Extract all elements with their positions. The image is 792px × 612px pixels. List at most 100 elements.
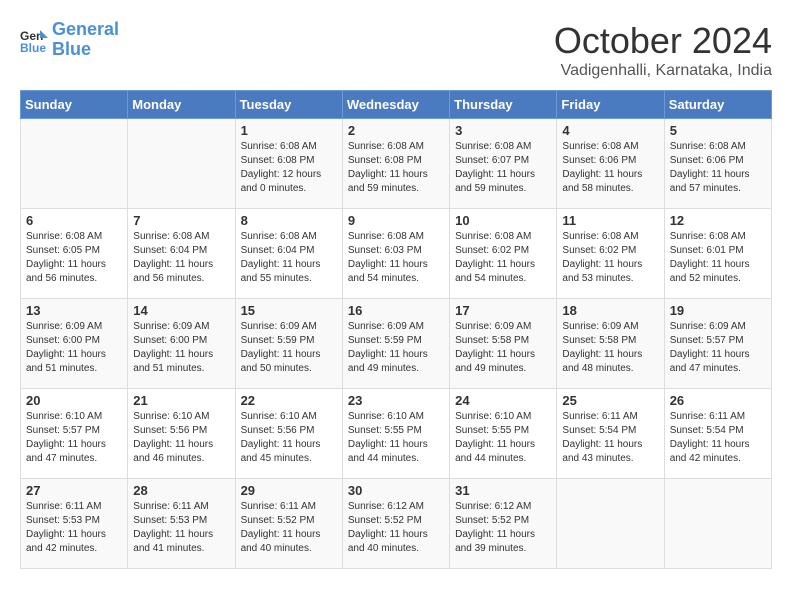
- calendar-table: SundayMondayTuesdayWednesdayThursdayFrid…: [20, 90, 772, 569]
- weekday-header-tuesday: Tuesday: [235, 91, 342, 119]
- day-info: Sunrise: 6:08 AM Sunset: 6:08 PM Dayligh…: [348, 140, 444, 196]
- day-info: Sunrise: 6:08 AM Sunset: 6:04 PM Dayligh…: [133, 230, 229, 286]
- day-info: Sunrise: 6:10 AM Sunset: 5:55 PM Dayligh…: [455, 410, 551, 466]
- logo-icon: Gen Blue: [20, 26, 48, 54]
- day-info: Sunrise: 6:08 AM Sunset: 6:08 PM Dayligh…: [241, 140, 337, 196]
- weekday-header-friday: Friday: [557, 91, 664, 119]
- day-number: 26: [670, 393, 766, 408]
- day-number: 17: [455, 303, 551, 318]
- calendar-cell: [21, 119, 128, 209]
- day-info: Sunrise: 6:08 AM Sunset: 6:02 PM Dayligh…: [455, 230, 551, 286]
- calendar-cell: 15 Sunrise: 6:09 AM Sunset: 5:59 PM Dayli…: [235, 299, 342, 389]
- calendar-cell: 8 Sunrise: 6:08 AM Sunset: 6:04 PM Daylig…: [235, 209, 342, 299]
- calendar-cell: 22 Sunrise: 6:10 AM Sunset: 5:56 PM Dayli…: [235, 389, 342, 479]
- calendar-cell: 20Sunrise: 6:10 AM Sunset: 5:57 PM Dayli…: [21, 389, 128, 479]
- week-row-3: 13 Sunrise: 6:09 AM Sunset: 6:00 PM Dayli…: [21, 299, 772, 389]
- day-info: Sunrise: 6:08 AM Sunset: 6:05 PM Dayligh…: [26, 230, 122, 286]
- day-number: 7: [133, 213, 229, 228]
- day-number: 1: [241, 123, 337, 138]
- calendar-cell: 24 Sunrise: 6:10 AM Sunset: 5:55 PM Dayli…: [450, 389, 557, 479]
- logo: Gen Blue GeneralBlue: [20, 20, 119, 60]
- calendar-cell: 21Sunrise: 6:10 AM Sunset: 5:56 PM Dayli…: [128, 389, 235, 479]
- day-info: Sunrise: 6:08 AM Sunset: 6:03 PM Dayligh…: [348, 230, 444, 286]
- day-number: 11: [562, 213, 658, 228]
- calendar-cell: 25 Sunrise: 6:11 AM Sunset: 5:54 PM Dayli…: [557, 389, 664, 479]
- day-info: Sunrise: 6:11 AM Sunset: 5:52 PM Dayligh…: [241, 500, 337, 556]
- day-number: 22: [241, 393, 337, 408]
- calendar-cell: 11 Sunrise: 6:08 AM Sunset: 6:02 PM Dayli…: [557, 209, 664, 299]
- week-row-5: 27Sunrise: 6:11 AM Sunset: 5:53 PM Dayli…: [21, 479, 772, 569]
- calendar-cell: 30 Sunrise: 6:12 AM Sunset: 5:52 PM Dayli…: [342, 479, 449, 569]
- calendar-cell: 6 Sunrise: 6:08 AM Sunset: 6:05 PM Daylig…: [21, 209, 128, 299]
- day-info: Sunrise: 6:10 AM Sunset: 5:56 PM Dayligh…: [241, 410, 337, 466]
- day-number: 3: [455, 123, 551, 138]
- calendar-cell: 4 Sunrise: 6:08 AM Sunset: 6:06 PM Daylig…: [557, 119, 664, 209]
- day-number: 13: [26, 303, 122, 318]
- calendar-cell: 27Sunrise: 6:11 AM Sunset: 5:53 PM Dayli…: [21, 479, 128, 569]
- day-number: 10: [455, 213, 551, 228]
- week-row-2: 6 Sunrise: 6:08 AM Sunset: 6:05 PM Daylig…: [21, 209, 772, 299]
- calendar-cell: [557, 479, 664, 569]
- day-info: Sunrise: 6:09 AM Sunset: 5:59 PM Dayligh…: [348, 320, 444, 376]
- day-info: Sunrise: 6:11 AM Sunset: 5:54 PM Dayligh…: [562, 410, 658, 466]
- calendar-cell: 12 Sunrise: 6:08 AM Sunset: 6:01 PM Dayli…: [664, 209, 771, 299]
- day-info: Sunrise: 6:10 AM Sunset: 5:55 PM Dayligh…: [348, 410, 444, 466]
- day-number: 2: [348, 123, 444, 138]
- weekday-header-row: SundayMondayTuesdayWednesdayThursdayFrid…: [21, 91, 772, 119]
- day-info: Sunrise: 6:09 AM Sunset: 5:57 PM Dayligh…: [670, 320, 766, 376]
- day-info: Sunrise: 6:08 AM Sunset: 6:06 PM Dayligh…: [670, 140, 766, 196]
- month-title: October 2024: [554, 20, 772, 62]
- day-number: 25: [562, 393, 658, 408]
- day-number: 4: [562, 123, 658, 138]
- day-number: 20: [26, 393, 122, 408]
- calendar-cell: 18 Sunrise: 6:09 AM Sunset: 5:58 PM Dayli…: [557, 299, 664, 389]
- day-number: 15: [241, 303, 337, 318]
- day-info: Sunrise: 6:08 AM Sunset: 6:04 PM Dayligh…: [241, 230, 337, 286]
- week-row-4: 20Sunrise: 6:10 AM Sunset: 5:57 PM Dayli…: [21, 389, 772, 479]
- calendar-cell: 16 Sunrise: 6:09 AM Sunset: 5:59 PM Dayli…: [342, 299, 449, 389]
- day-info: Sunrise: 6:11 AM Sunset: 5:53 PM Dayligh…: [26, 500, 122, 556]
- calendar-cell: 2 Sunrise: 6:08 AM Sunset: 6:08 PM Daylig…: [342, 119, 449, 209]
- day-number: 30: [348, 483, 444, 498]
- calendar-cell: 28Sunrise: 6:11 AM Sunset: 5:53 PM Dayli…: [128, 479, 235, 569]
- day-info: Sunrise: 6:12 AM Sunset: 5:52 PM Dayligh…: [348, 500, 444, 556]
- day-info: Sunrise: 6:12 AM Sunset: 5:52 PM Dayligh…: [455, 500, 551, 556]
- day-info: Sunrise: 6:09 AM Sunset: 6:00 PM Dayligh…: [26, 320, 122, 376]
- page-header: Gen Blue GeneralBlue October 2024 Vadige…: [20, 20, 772, 80]
- day-number: 14: [133, 303, 229, 318]
- calendar-cell: 26 Sunrise: 6:11 AM Sunset: 5:54 PM Dayli…: [664, 389, 771, 479]
- day-info: Sunrise: 6:08 AM Sunset: 6:07 PM Dayligh…: [455, 140, 551, 196]
- calendar-cell: 13 Sunrise: 6:09 AM Sunset: 6:00 PM Dayli…: [21, 299, 128, 389]
- calendar-cell: [128, 119, 235, 209]
- day-info: Sunrise: 6:08 AM Sunset: 6:02 PM Dayligh…: [562, 230, 658, 286]
- day-number: 24: [455, 393, 551, 408]
- day-info: Sunrise: 6:11 AM Sunset: 5:54 PM Dayligh…: [670, 410, 766, 466]
- day-number: 29: [241, 483, 337, 498]
- day-info: Sunrise: 6:09 AM Sunset: 5:58 PM Dayligh…: [455, 320, 551, 376]
- day-info: Sunrise: 6:08 AM Sunset: 6:06 PM Dayligh…: [562, 140, 658, 196]
- calendar-cell: 9Sunrise: 6:08 AM Sunset: 6:03 PM Daylig…: [342, 209, 449, 299]
- calendar-cell: [664, 479, 771, 569]
- day-number: 12: [670, 213, 766, 228]
- day-number: 31: [455, 483, 551, 498]
- day-number: 8: [241, 213, 337, 228]
- day-info: Sunrise: 6:11 AM Sunset: 5:53 PM Dayligh…: [133, 500, 229, 556]
- calendar-cell: 17 Sunrise: 6:09 AM Sunset: 5:58 PM Dayli…: [450, 299, 557, 389]
- calendar-cell: 19Sunrise: 6:09 AM Sunset: 5:57 PM Dayli…: [664, 299, 771, 389]
- day-number: 6: [26, 213, 122, 228]
- weekday-header-monday: Monday: [128, 91, 235, 119]
- logo-text: GeneralBlue: [52, 20, 119, 60]
- day-number: 16: [348, 303, 444, 318]
- day-info: Sunrise: 6:09 AM Sunset: 5:58 PM Dayligh…: [562, 320, 658, 376]
- day-number: 5: [670, 123, 766, 138]
- weekday-header-saturday: Saturday: [664, 91, 771, 119]
- calendar-cell: 5 Sunrise: 6:08 AM Sunset: 6:06 PM Daylig…: [664, 119, 771, 209]
- day-info: Sunrise: 6:09 AM Sunset: 6:00 PM Dayligh…: [133, 320, 229, 376]
- calendar-cell: 1 Sunrise: 6:08 AM Sunset: 6:08 PM Daylig…: [235, 119, 342, 209]
- day-info: Sunrise: 6:08 AM Sunset: 6:01 PM Dayligh…: [670, 230, 766, 286]
- week-row-1: 1 Sunrise: 6:08 AM Sunset: 6:08 PM Daylig…: [21, 119, 772, 209]
- weekday-header-sunday: Sunday: [21, 91, 128, 119]
- location: Vadigenhalli, Karnataka, India: [554, 62, 772, 80]
- day-number: 18: [562, 303, 658, 318]
- day-info: Sunrise: 6:09 AM Sunset: 5:59 PM Dayligh…: [241, 320, 337, 376]
